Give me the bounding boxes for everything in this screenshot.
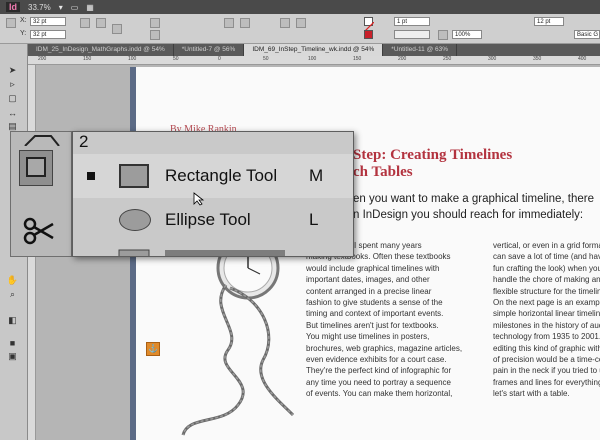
reference-point-icon[interactable] [6, 18, 16, 28]
indesign-logo: Id [6, 2, 20, 12]
app-bar: Id 33.7% ▾ ▭ ▦ [0, 0, 600, 14]
tab-timeline[interactable]: IDM_69_InStep_Timeline_wk.indd @ 54% [244, 44, 384, 56]
ellipse-icon [119, 209, 151, 231]
select-container-icon[interactable] [280, 18, 290, 28]
gap-field[interactable]: 12 pt [534, 17, 564, 26]
width-icon[interactable] [80, 18, 90, 28]
body-column-2: vertical, or even in a grid forma can sa… [493, 241, 600, 399]
screen-mode-icon[interactable]: ▭ [71, 3, 79, 12]
zoom-tool-icon[interactable]: ⌕ [5, 288, 20, 301]
flyout-item-rectangle[interactable]: Rectangle Tool M [73, 154, 353, 198]
opacity-field[interactable]: 100% [452, 30, 482, 39]
object-style-select[interactable]: Basic G [574, 30, 600, 39]
tools-panel-zoomed [10, 131, 72, 257]
gap-tool-icon[interactable]: ↔ [5, 106, 20, 119]
selection-tool-icon[interactable]: ➤ [5, 64, 20, 77]
view-options-icon[interactable]: ▾ [59, 3, 63, 12]
tool-flyout-menu: 2 Rectangle Tool M Ellipse Tool L [72, 131, 354, 257]
polygon-tool-partial-icon[interactable] [73, 238, 354, 257]
scissors-icon[interactable] [23, 216, 55, 246]
page-tool-icon[interactable]: ▢ [5, 92, 20, 105]
height-icon[interactable] [96, 18, 106, 28]
stroke-swatch[interactable] [364, 30, 373, 39]
fill-swatch[interactable] [364, 17, 375, 32]
rotate-icon[interactable] [150, 18, 160, 28]
hand-tool-icon[interactable]: ✋ [5, 274, 20, 287]
stroke-type-select[interactable] [394, 30, 430, 39]
tab-untitled-11[interactable]: *Untitled-11 @ 63% [383, 44, 457, 56]
body-column-1: in my career, I spent many years making … [306, 241, 463, 399]
x-field[interactable]: 32 pt [30, 17, 66, 26]
fill-stroke-icon[interactable]: ◧ [5, 314, 20, 327]
anchored-object-marker-icon[interactable]: ⚓ [146, 342, 160, 356]
article-title-line-2: ch Tables [353, 164, 413, 180]
y-field[interactable]: 32 pt [30, 30, 66, 39]
arrange-icon[interactable]: ▦ [86, 3, 94, 12]
direct-selection-tool-icon[interactable]: ▹ [5, 78, 20, 91]
flip-horizontal-icon[interactable] [224, 18, 234, 28]
zoom-level[interactable]: 33.7% [28, 3, 51, 12]
tab-math-graphs[interactable]: IDM_25_InDesign_MathGraphs.indd @ 54% [28, 44, 174, 56]
document-tabs: IDM_25_InDesign_MathGraphs.indd @ 54% *U… [28, 44, 600, 56]
rectangle-tool-icon [26, 157, 46, 177]
rectangle-icon [119, 164, 149, 188]
frame-tool-button[interactable] [19, 150, 53, 186]
select-content-icon[interactable] [296, 18, 306, 28]
stroke-weight-field[interactable]: 1 pt [394, 17, 430, 26]
flyout-item-ellipse[interactable]: Ellipse Tool L [73, 198, 353, 242]
pocket-watch-image[interactable] [168, 240, 308, 440]
constrain-link-icon[interactable] [112, 24, 122, 34]
tab-untitled-7[interactable]: *Untitled-7 @ 56% [174, 44, 245, 56]
flip-vertical-icon[interactable] [240, 18, 250, 28]
mouse-cursor-icon [193, 192, 205, 206]
control-panel: X: 32 pt Y: 32 pt 1 pt 100% 12 pt Basic … [0, 14, 600, 44]
intro-line-2: n InDesign you should reach for immediat… [353, 209, 584, 221]
horizontal-ruler[interactable]: 200 150 100 50 0 50 100 150 200 250 300 … [28, 56, 600, 65]
pen-tool-icon[interactable] [21, 132, 61, 146]
type-on-path-icon: 2 [79, 132, 89, 151]
effects-icon[interactable] [438, 30, 448, 40]
selected-bullet-icon [87, 172, 95, 180]
intro-line-1: en you want to make a graphical timeline… [353, 193, 594, 205]
article-title-line-1: Step: Creating Timelines [353, 147, 513, 163]
screen-mode-tool-icon[interactable]: ▣ [5, 350, 20, 363]
shear-icon[interactable] [150, 30, 160, 40]
apply-color-icon[interactable]: ■ [5, 336, 20, 349]
